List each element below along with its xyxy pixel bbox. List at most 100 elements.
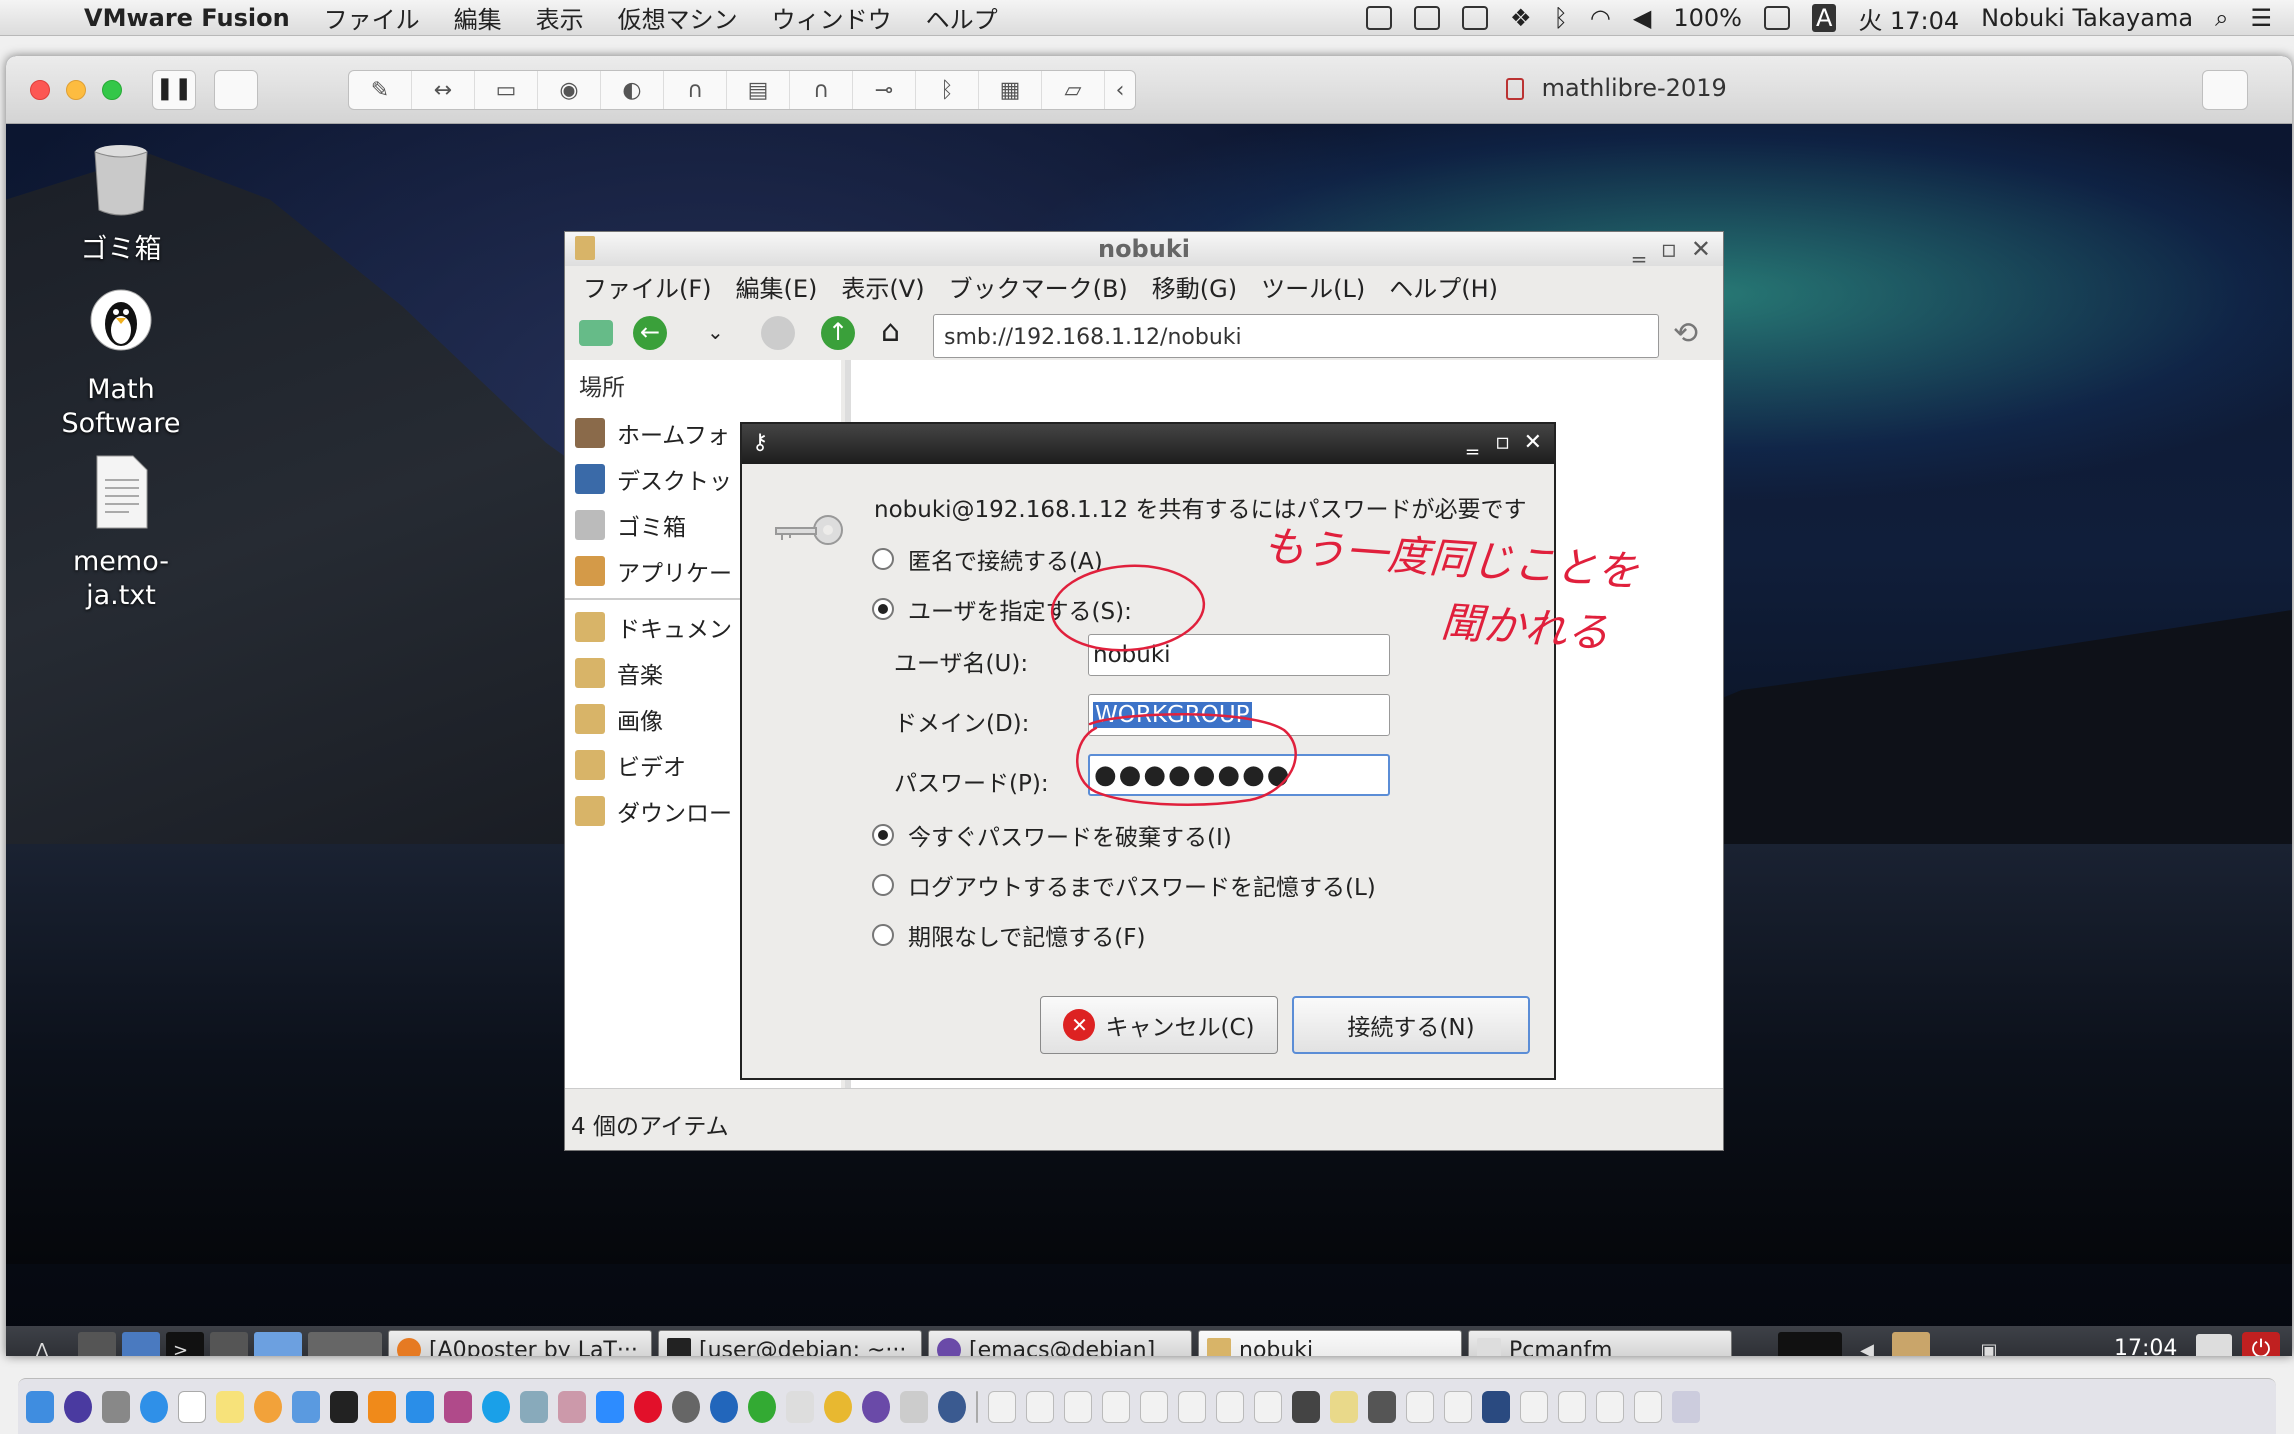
menu-clock[interactable]: 火 17:04	[1858, 1, 1959, 36]
launchpad-icon[interactable]	[102, 1390, 130, 1423]
home-icon[interactable]: ⌂	[881, 314, 900, 349]
document-thumbnail-4[interactable]	[1102, 1390, 1130, 1423]
task-pcmanfm[interactable]: Pcmanfm	[1468, 1330, 1732, 1356]
zoom-icon[interactable]	[596, 1390, 624, 1423]
palette-icon[interactable]	[520, 1390, 548, 1423]
terminal-dock-icon[interactable]	[330, 1390, 358, 1423]
network-icon[interactable]: ▣	[1970, 1332, 2008, 1357]
trash-dock-icon[interactable]	[1672, 1390, 1700, 1423]
desktop-icon-memo[interactable]: memo-ja.txt	[46, 454, 196, 613]
x11-icon[interactable]	[900, 1390, 928, 1423]
password-field[interactable]: ●●●●●●●●	[1088, 754, 1390, 796]
maximize-icon[interactable]: ▫	[1495, 430, 1510, 455]
document-thumbnail-7[interactable]	[1216, 1390, 1244, 1423]
printer-icon[interactable]: ▦	[979, 71, 1042, 109]
chrome-icon[interactable]	[824, 1390, 852, 1423]
menu-edit[interactable]: 編集	[454, 0, 502, 35]
task-a0poster[interactable]: [A0poster by LaT···	[388, 1330, 652, 1356]
finder-app-icon[interactable]	[292, 1390, 320, 1423]
calendar-icon[interactable]	[178, 1390, 206, 1423]
cd-drive-icon[interactable]: ◉	[538, 71, 601, 109]
sound-card-icon[interactable]: ◐	[601, 71, 664, 109]
notes-icon[interactable]	[216, 1390, 244, 1423]
input-mode[interactable]: A	[1811, 4, 1837, 32]
network-arrows-icon[interactable]: ↔	[412, 71, 475, 109]
task-emacs[interactable]: [emacs@debian]	[928, 1330, 1192, 1356]
new-tab-icon[interactable]	[579, 320, 613, 346]
specify-user-radio[interactable]: ユーザを指定する(S):	[872, 592, 1132, 626]
fm-menu-tools[interactable]: ツール(L)	[1261, 269, 1365, 304]
fm-menu-view[interactable]: 表示(V)	[841, 269, 924, 304]
lock-screen-icon[interactable]	[2196, 1334, 2232, 1356]
document-thumbnail-3[interactable]	[1064, 1390, 1092, 1423]
desktop-icon-trash[interactable]: ゴミ箱	[46, 142, 196, 267]
menu-help[interactable]: ヘルプ	[926, 0, 998, 35]
menu-window[interactable]: ウィンドウ	[772, 0, 892, 35]
cancel-button[interactable]: ✕ キャンセル(C)	[1040, 996, 1278, 1054]
volume-icon[interactable]: ◀	[1848, 1332, 1886, 1357]
suspend-vm-button[interactable]: ❚❚	[152, 70, 196, 110]
document-thumbnail-2[interactable]	[1026, 1390, 1054, 1423]
close-icon[interactable]: ✕	[1691, 232, 1711, 266]
show-desktop-icon[interactable]	[254, 1332, 302, 1356]
camera-icon[interactable]	[1413, 6, 1440, 30]
shared-folder-icon[interactable]: ▱	[1042, 71, 1105, 109]
window-thumbnail-7[interactable]	[1520, 1390, 1548, 1423]
menu-file[interactable]: ファイル	[324, 0, 420, 35]
username-field[interactable]: nobuki	[1088, 634, 1390, 676]
up-icon[interactable]: ↑	[821, 316, 855, 350]
notification-center-icon[interactable]: ☰	[2250, 4, 2272, 32]
fm-menu-help[interactable]: ヘルプ(H)	[1389, 269, 1498, 304]
task-terminal[interactable]: [user@debian: ~···	[658, 1330, 922, 1356]
pager[interactable]	[308, 1332, 382, 1356]
emacs-dock-icon[interactable]	[862, 1390, 890, 1423]
history-dropdown-icon[interactable]: ⌄	[707, 320, 724, 344]
battery-icon[interactable]	[1763, 6, 1790, 30]
connect-button[interactable]: 接続する(N)	[1292, 996, 1530, 1054]
close-icon[interactable]: ✕	[1524, 430, 1542, 455]
unity-view-button[interactable]	[2202, 70, 2248, 110]
books-icon[interactable]	[368, 1390, 396, 1423]
headphones-icon[interactable]: ∩	[790, 71, 853, 109]
window-thumbnail-5[interactable]	[1444, 1390, 1472, 1423]
menu-vm[interactable]: 仮想マシン	[618, 0, 738, 35]
collapse-chevron-icon[interactable]: ‹	[1105, 71, 1135, 109]
window-thumbnail-4[interactable]	[1406, 1390, 1434, 1423]
volume-icon[interactable]: ◀	[1633, 4, 1651, 32]
desktop-icon-math-software[interactable]: Math Software	[46, 282, 196, 441]
window-thumbnail-6[interactable]	[1482, 1390, 1510, 1423]
pencil-icon[interactable]	[558, 1390, 586, 1423]
logout-power-icon[interactable]: ⏻	[2242, 1332, 2280, 1356]
user-name[interactable]: Nobuki Takayama	[1981, 4, 2193, 32]
window-thumbnail-2[interactable]	[1330, 1390, 1358, 1423]
maximize-icon[interactable]: ▫	[1661, 232, 1677, 266]
hard-disk-icon[interactable]: ▭	[475, 71, 538, 109]
fm-menu-edit[interactable]: 編集(E)	[736, 269, 818, 304]
fm-menu-go[interactable]: 移動(G)	[1152, 269, 1237, 304]
window-switcher-icon[interactable]	[210, 1332, 248, 1356]
browser-launcher-icon[interactable]	[122, 1332, 160, 1356]
back-icon[interactable]: ←	[633, 316, 667, 350]
doc-app-icon[interactable]	[786, 1390, 814, 1423]
headset-icon[interactable]: ∩	[664, 71, 727, 109]
tool-icon[interactable]	[672, 1390, 700, 1423]
window-thumbnail-3[interactable]	[1368, 1390, 1396, 1423]
file-manager-launcher-icon[interactable]	[78, 1332, 116, 1356]
window-thumbnail-1[interactable]	[1292, 1390, 1320, 1423]
skype-icon[interactable]	[482, 1390, 510, 1423]
apple-menu-icon[interactable]	[28, 3, 58, 33]
anonymous-radio[interactable]: 匿名で接続する(A)	[872, 542, 1103, 576]
zoom-window-button[interactable]	[102, 80, 122, 100]
fm-menu-file[interactable]: ファイル(F)	[583, 269, 712, 304]
battery-percent[interactable]: 100%	[1673, 4, 1742, 32]
dropbox-icon[interactable]: ❖	[1510, 4, 1532, 32]
settings-wrench-icon[interactable]: ✎	[349, 71, 412, 109]
terminal-launcher-icon[interactable]: >_	[166, 1332, 204, 1356]
document-thumbnail-1[interactable]	[988, 1390, 1016, 1423]
snapshot-button[interactable]	[214, 70, 258, 110]
wifi-icon[interactable]: ◠	[1590, 4, 1611, 32]
minimize-icon[interactable]: ‗	[1633, 232, 1645, 266]
preview-icon[interactable]	[444, 1390, 472, 1423]
app-store-icon[interactable]	[406, 1390, 434, 1423]
task-nobuki[interactable]: nobuki	[1198, 1330, 1462, 1356]
